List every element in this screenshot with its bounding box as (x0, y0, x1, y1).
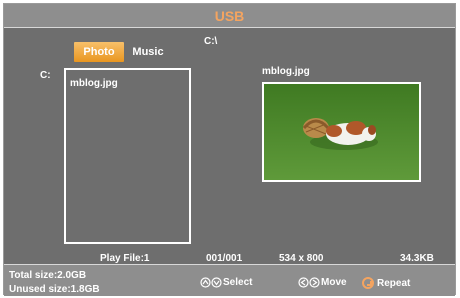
file-index: 001/001 (206, 253, 243, 264)
play-file-count: Play File:1 (100, 253, 150, 264)
select-hint: Select (200, 277, 252, 288)
select-hint-label: Select (223, 277, 253, 288)
file-size: 34.3KB (400, 253, 434, 264)
repeat-hint: Repeat (362, 277, 410, 289)
tab-music[interactable]: Music (128, 42, 168, 62)
preview-image (262, 82, 421, 182)
repeat-icon (362, 277, 374, 289)
file-list[interactable]: mblog.jpg (64, 68, 191, 244)
current-path: C:\ (204, 36, 218, 47)
move-hint-label: Move (321, 277, 347, 288)
unused-size: Unused size:1.8GB (9, 284, 100, 295)
total-size: Total size:2.0GB (9, 270, 87, 281)
drive-label: C: (40, 70, 51, 81)
image-resolution: 534 x 800 (279, 253, 324, 264)
title-bar: USB (4, 4, 455, 28)
status-bar: Total size:2.0GB Unused size:1.8GB Selec… (4, 264, 455, 296)
page-title: USB (214, 8, 245, 24)
left-right-arrows-icon (298, 277, 320, 288)
list-item[interactable]: mblog.jpg (70, 78, 118, 89)
up-down-arrows-icon (200, 277, 222, 288)
tab-photo[interactable]: Photo (74, 42, 124, 62)
preview-filename: mblog.jpg (262, 66, 310, 77)
repeat-hint-label: Repeat (377, 277, 411, 289)
usb-browser-screen: USB Photo Music C:\ C: mblog.jpg mblog.j… (3, 3, 456, 296)
dog-photo-icon (264, 84, 419, 180)
move-hint: Move (298, 277, 347, 288)
